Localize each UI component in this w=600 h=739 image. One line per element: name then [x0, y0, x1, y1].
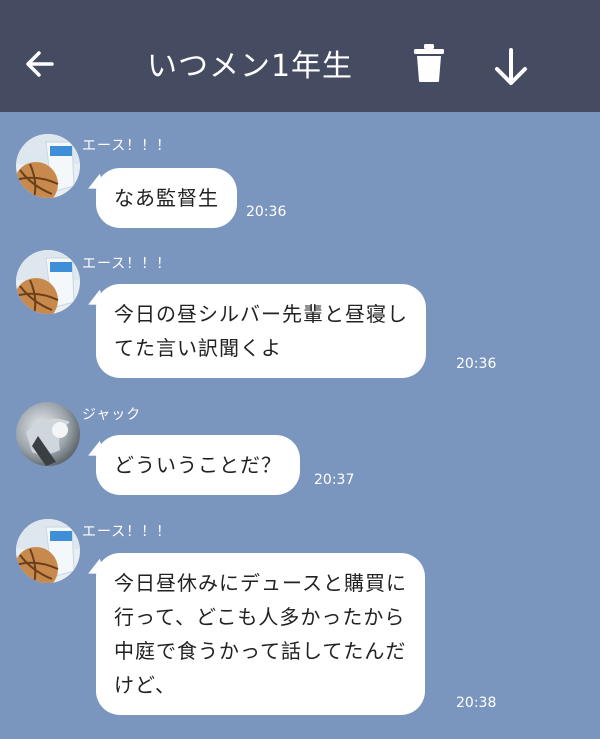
sender-name: ジャック — [82, 407, 142, 423]
back-button[interactable] — [20, 44, 60, 84]
message-time: 20:36 — [456, 356, 497, 372]
message-time: 20:38 — [456, 695, 497, 711]
chat-screen: いつメン1年生 エース！！！ なあ監督生 20:36 エース！！！ 今日の昼シル… — [0, 0, 600, 739]
delete-button[interactable] — [408, 40, 450, 86]
message-time: 20:36 — [246, 204, 287, 220]
message-bubble[interactable]: どういうことだ？ — [96, 435, 300, 495]
message-time: 20:37 — [314, 472, 355, 488]
sender-name: エース！！！ — [82, 524, 172, 540]
ace-avatar[interactable] — [16, 519, 80, 583]
trash-icon — [414, 44, 444, 82]
download-icon — [495, 48, 527, 85]
message-bubble[interactable]: なあ監督生 — [96, 168, 237, 228]
message-bubble[interactable]: 今日の昼シルバー先輩と昼寝し てた言い訳聞くよ — [96, 284, 426, 378]
message-bubble[interactable]: 今日昼休みにデュースと購買に 行って、どこも人多かったから 中庭で食うかって話し… — [96, 553, 425, 715]
arrow-left-icon — [26, 51, 54, 77]
jack-avatar[interactable] — [16, 402, 80, 466]
ace-avatar[interactable] — [16, 134, 80, 198]
chat-title: いつメン1年生 — [146, 49, 354, 84]
sender-name: エース！！！ — [82, 138, 172, 154]
download-button[interactable] — [488, 44, 534, 90]
sender-name: エース！！！ — [82, 256, 172, 272]
chat-header: いつメン1年生 — [0, 0, 600, 112]
ace-avatar[interactable] — [16, 250, 80, 314]
